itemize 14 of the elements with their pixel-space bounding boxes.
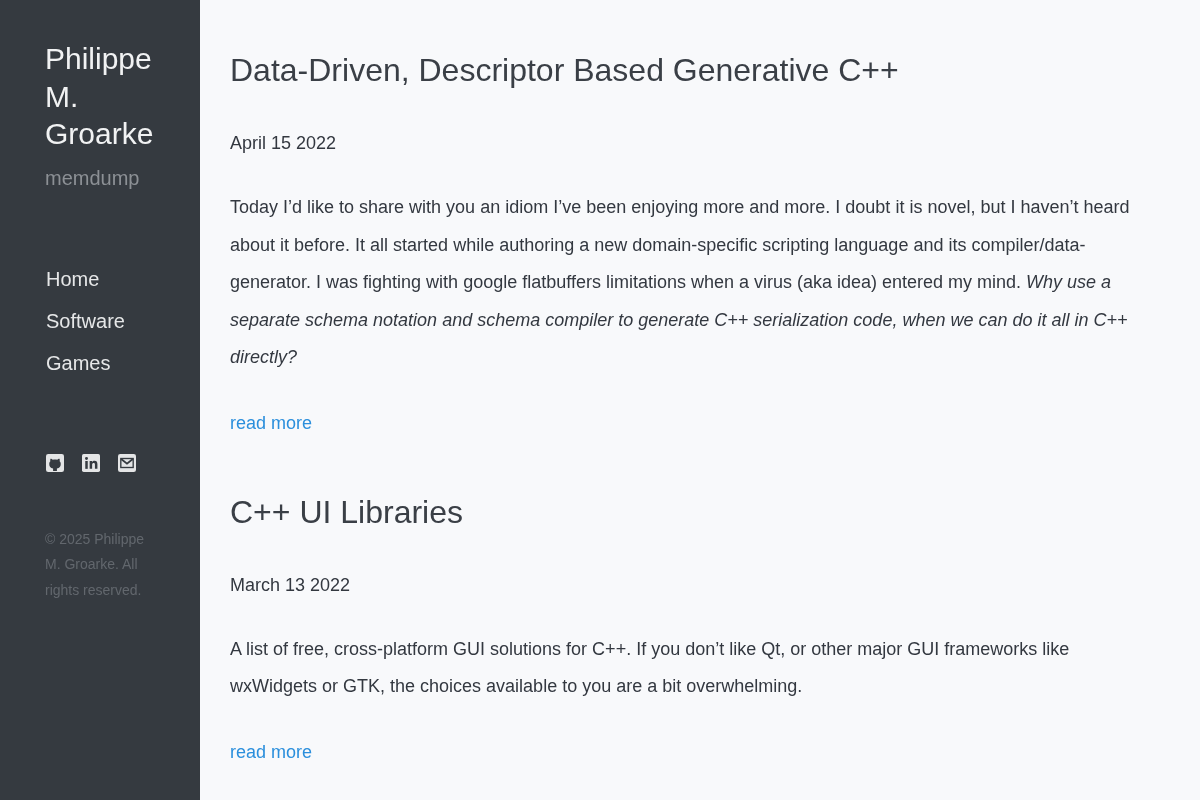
- post-date: April 15 2022: [230, 132, 338, 155]
- site-tagline: memdump: [45, 165, 140, 191]
- post-date: March 13 2022: [230, 573, 352, 597]
- site-title[interactable]: Philippe M. Groarke: [45, 40, 170, 153]
- nav-link[interactable]: Home: [46, 263, 100, 294]
- post-excerpt: Today I’d like to share with you an idiom I’ve been enjoying more and more. I doubt it is novel, but I haven’t heard about it before. It all started while authoring a new domain-specific scripting language and its compiler/data-generator. I was fighting with google flatbuffers limitations when a virus (aka idea) entered my mind. Why use a separate schema notation and schema compiler to generate C++ serialization code, when we can do it all in C++ directly?: [230, 196, 1131, 369]
- email-icon[interactable]: [118, 453, 136, 472]
- linkedin-icon[interactable]: [82, 453, 100, 472]
- post-title[interactable]: C++ UI Libraries: [230, 489, 1160, 534]
- post-excerpt: A list of free, cross-platform GUI solutions for C++. If you don’t like Qt, or other major GUI frameworks like wxWidgets or GTK, the choices available to you are a bit overwhelming.: [230, 637, 1071, 698]
- nav-link[interactable]: Games: [46, 347, 111, 378]
- nav-link[interactable]: Software: [46, 305, 125, 336]
- post-title[interactable]: Data-Driven, Descriptor Based Generative C++: [230, 48, 1160, 92]
- github-icon[interactable]: [46, 453, 64, 472]
